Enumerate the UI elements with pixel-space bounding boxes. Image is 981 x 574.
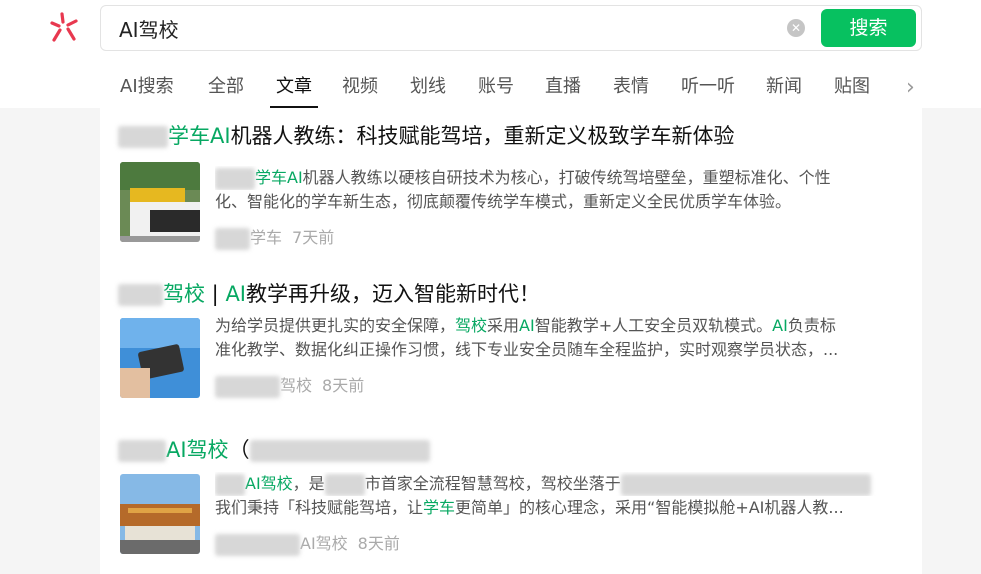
redacted-text xyxy=(324,473,365,496)
search-button[interactable]: 搜索 xyxy=(821,9,916,47)
tab-articles[interactable]: 文章 xyxy=(270,72,318,108)
tab-live[interactable]: 直播 xyxy=(545,72,581,106)
result-title[interactable]: AI驾校（ xyxy=(118,434,430,464)
result-time: 7天前 xyxy=(292,228,335,247)
result-time: 8天前 xyxy=(322,376,365,395)
redacted-text xyxy=(215,375,280,398)
result-title[interactable]: 驾校 | AI教学再升级，迈入智能新时代！ xyxy=(118,278,540,308)
chevron-right-icon[interactable]: › xyxy=(906,74,928,102)
redacted-text xyxy=(249,440,430,462)
search-box: ✕ 搜索 xyxy=(100,5,922,51)
result-item: 学车AI机器人教练：科技赋能驾培，重新定义极致学车新体验 学车AI机器人教练以硬… xyxy=(100,120,922,250)
result-snippet: AI驾校，是 市首家全流程智慧驾校，驾校坐落于 我们秉持「科技赋能驾培，让学车更简… xyxy=(215,472,895,520)
result-item: AI驾校（ AI驾校，是 市首家全流程智慧驾校，驾校坐落于 我们秉持「科技赋能驾培… xyxy=(100,434,922,564)
card-thumbnail-icon xyxy=(120,318,200,398)
tab-listen[interactable]: 听一听 xyxy=(681,72,735,106)
result-source[interactable]: 学车 xyxy=(250,228,282,247)
result-time: 8天前 xyxy=(357,534,400,553)
redacted-text xyxy=(118,284,163,306)
redacted-text xyxy=(620,473,871,496)
result-thumbnail[interactable] xyxy=(120,318,200,398)
result-snippet: 学车AI机器人教练以硬核自研技术为核心，打破传统驾培壁垒，重塑标准化、个性 化、… xyxy=(215,167,831,211)
result-meta: 驾校 8天前 xyxy=(215,372,364,398)
tab-images[interactable]: 贴图 xyxy=(834,72,870,106)
result-source[interactable]: 驾校 xyxy=(280,376,312,395)
result-thumbnail[interactable] xyxy=(120,162,200,242)
redacted-text xyxy=(215,473,245,496)
redacted-text xyxy=(215,227,250,250)
tab-highlights[interactable]: 划线 xyxy=(410,72,446,106)
result-snippet: 为给学员提供更扎实的安全保障，驾校采用AI智能教学+人工安全员双轨模式。AI负责… xyxy=(215,316,839,359)
clear-icon[interactable]: ✕ xyxy=(787,19,805,37)
tab-stickers[interactable]: 表情 xyxy=(613,72,649,106)
results-panel: 学车AI机器人教练：科技赋能驾培，重新定义极致学车新体验 学车AI机器人教练以硬… xyxy=(100,108,922,574)
car-thumbnail-icon xyxy=(120,162,200,242)
result-item: 驾校 | AI教学再升级，迈入智能新时代！ 为给学员提供更扎实的安全保障，驾校采… xyxy=(100,278,922,408)
result-source[interactable]: AI驾校 xyxy=(300,534,348,553)
result-meta: 学车 7天前 xyxy=(215,224,334,250)
redacted-text xyxy=(215,167,255,190)
sogou-weixin-logo-icon[interactable] xyxy=(46,10,82,46)
tab-news[interactable]: 新闻 xyxy=(766,72,802,106)
tab-accounts[interactable]: 账号 xyxy=(478,72,514,106)
search-input[interactable] xyxy=(119,14,759,42)
result-thumbnail[interactable] xyxy=(120,474,200,554)
redacted-text xyxy=(118,126,168,148)
tab-ai-search[interactable]: AI搜索 xyxy=(120,72,174,106)
tab-all[interactable]: 全部 xyxy=(208,72,244,106)
building-thumbnail-icon xyxy=(120,474,200,554)
redacted-text xyxy=(118,440,166,462)
result-meta: AI驾校 8天前 xyxy=(215,530,400,556)
result-title[interactable]: 学车AI机器人教练：科技赋能驾培，重新定义极致学车新体验 xyxy=(118,120,735,150)
redacted-text xyxy=(215,533,300,556)
top-bar: ✕ 搜索 AI搜索 全部 文章 视频 划线 账号 直播 表情 听一听 新闻 贴图… xyxy=(0,0,981,108)
tab-videos[interactable]: 视频 xyxy=(342,72,378,106)
